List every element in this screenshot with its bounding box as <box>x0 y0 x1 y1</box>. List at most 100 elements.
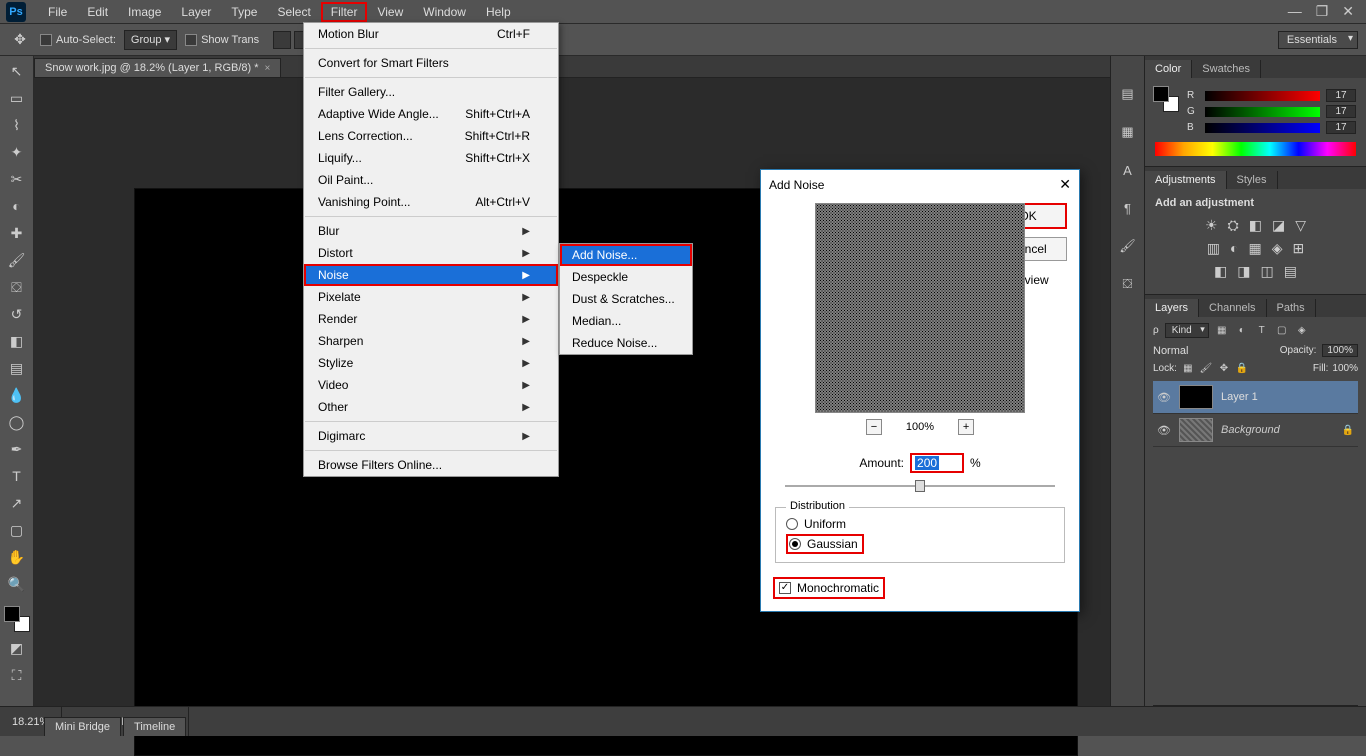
filter-render[interactable]: Render▶ <box>304 308 558 330</box>
menu-window[interactable]: Window <box>413 2 476 22</box>
adj-icon[interactable]: ◨ <box>1237 263 1250 280</box>
move-tool-icon[interactable]: ✥ <box>8 29 32 51</box>
filter-gallery[interactable]: Filter Gallery... <box>304 81 558 103</box>
pen-tool-icon[interactable]: ✒ <box>5 438 29 460</box>
r-value[interactable]: 17 <box>1326 89 1356 102</box>
filter-pixelate[interactable]: Pixelate▶ <box>304 286 558 308</box>
tab-styles[interactable]: Styles <box>1227 171 1278 189</box>
layer-item-background[interactable]: 👁 Background 🔒 <box>1153 414 1358 447</box>
dodge-tool-icon[interactable]: ◯ <box>5 411 29 433</box>
eraser-tool-icon[interactable]: ◧ <box>5 330 29 352</box>
filter-browse-online[interactable]: Browse Filters Online... <box>304 454 558 476</box>
blend-mode-dd[interactable]: Normal <box>1153 345 1274 357</box>
tab-adjustments[interactable]: Adjustments <box>1145 171 1227 189</box>
restore-icon[interactable]: ❐ <box>1316 3 1329 20</box>
adj-icon[interactable]: ◐ <box>1230 240 1238 257</box>
noise-dust-scratches[interactable]: Dust & Scratches... <box>560 288 692 310</box>
tab-channels[interactable]: Channels <box>1199 299 1266 317</box>
b-slider[interactable] <box>1205 123 1320 133</box>
show-transform-check[interactable]: Show Trans <box>185 34 259 46</box>
gaussian-radio[interactable]: Gaussian <box>786 534 864 554</box>
document-tab[interactable]: Snow work.jpg @ 18.2% (Layer 1, RGB/8) *… <box>34 58 281 77</box>
workspace-dropdown[interactable]: Essentials <box>1278 31 1358 49</box>
noise-reduce-noise[interactable]: Reduce Noise... <box>560 332 692 354</box>
filter-liquify[interactable]: Liquify...Shift+Ctrl+X <box>304 147 558 169</box>
layer-filter-dd[interactable]: Kind <box>1165 323 1209 338</box>
filter-lens-correction[interactable]: Lens Correction...Shift+Ctrl+R <box>304 125 558 147</box>
lock-pos-icon[interactable]: ✥ <box>1217 361 1231 375</box>
adj-icon[interactable]: ⛭ <box>1228 217 1239 234</box>
eyedropper-tool-icon[interactable]: ◐ <box>5 195 29 217</box>
dialog-titlebar[interactable]: Add Noise ✕ <box>761 170 1079 199</box>
stamp-tool-icon[interactable]: ⛋ <box>5 276 29 298</box>
filter-convert-smart[interactable]: Convert for Smart Filters <box>304 52 558 74</box>
tab-timeline[interactable]: Timeline <box>123 717 186 736</box>
lasso-tool-icon[interactable]: ⌇ <box>5 114 29 136</box>
menu-filter[interactable]: Filter <box>321 2 368 22</box>
filter-other[interactable]: Other▶ <box>304 396 558 418</box>
adj-icon[interactable]: ▤ <box>1284 263 1297 280</box>
menu-file[interactable]: File <box>38 2 77 22</box>
lock-all-icon[interactable]: 🔒 <box>1235 361 1249 375</box>
r-slider[interactable] <box>1205 91 1320 101</box>
filter-vanishing-point[interactable]: Vanishing Point...Alt+Ctrl+V <box>304 191 558 213</box>
visibility-icon[interactable]: 👁 <box>1157 424 1171 437</box>
opacity-value[interactable]: 100% <box>1322 344 1358 357</box>
g-value[interactable]: 17 <box>1326 105 1356 118</box>
align-btn[interactable] <box>273 31 291 49</box>
menu-image[interactable]: Image <box>118 2 171 22</box>
adj-icon[interactable]: ⊞ <box>1292 240 1304 257</box>
b-value[interactable]: 17 <box>1326 121 1356 134</box>
adj-icon[interactable]: ◧ <box>1214 263 1227 280</box>
brush-icon[interactable]: 🖌 <box>1118 236 1138 256</box>
noise-median[interactable]: Median... <box>560 310 692 332</box>
clone-icon[interactable]: ⛋ <box>1118 274 1138 294</box>
wand-tool-icon[interactable]: ✦ <box>5 141 29 163</box>
close-icon[interactable]: ✕ <box>1342 3 1354 20</box>
filter-motion-blur[interactable]: Motion BlurCtrl+F <box>304 23 558 45</box>
menu-type[interactable]: Type <box>221 2 267 22</box>
lock-trans-icon[interactable]: ▦ <box>1181 361 1195 375</box>
menu-layer[interactable]: Layer <box>171 2 221 22</box>
history-brush-icon[interactable]: ↺ <box>5 303 29 325</box>
char-icon[interactable]: A <box>1118 160 1138 180</box>
blur-tool-icon[interactable]: 💧 <box>5 384 29 406</box>
screenmode-icon[interactable]: ⛶ <box>5 664 29 686</box>
tab-mini-bridge[interactable]: Mini Bridge <box>44 717 121 736</box>
adj-icon[interactable]: ▦ <box>1248 240 1261 257</box>
zoom-in-button[interactable]: + <box>958 419 974 435</box>
type-tool-icon[interactable]: T <box>5 465 29 487</box>
path-tool-icon[interactable]: ↗ <box>5 492 29 514</box>
filter-shape-icon[interactable]: ▢ <box>1275 324 1289 338</box>
auto-select-check[interactable]: Auto-Select: <box>40 34 116 46</box>
filter-adaptive-wide[interactable]: Adaptive Wide Angle...Shift+Ctrl+A <box>304 103 558 125</box>
monochromatic-checkbox[interactable]: Monochromatic <box>773 577 885 599</box>
history-icon[interactable]: ▤ <box>1118 84 1138 104</box>
color-swatch[interactable] <box>4 606 30 632</box>
tab-layers[interactable]: Layers <box>1145 299 1199 317</box>
noise-add-noise[interactable]: Add Noise... <box>560 244 692 266</box>
fill-value[interactable]: 100% <box>1332 363 1358 374</box>
tab-swatches[interactable]: Swatches <box>1192 60 1261 78</box>
move-tool-icon[interactable]: ↖ <box>5 60 29 82</box>
adj-icon[interactable]: ◪ <box>1272 217 1285 234</box>
amount-slider[interactable] <box>785 479 1055 493</box>
color-spectrum[interactable] <box>1155 142 1356 156</box>
filter-pix-icon[interactable]: ▦ <box>1215 324 1229 338</box>
tab-color[interactable]: Color <box>1145 60 1192 78</box>
menu-help[interactable]: Help <box>476 2 521 22</box>
visibility-icon[interactable]: 👁 <box>1157 391 1171 404</box>
filter-blur[interactable]: Blur▶ <box>304 220 558 242</box>
dialog-close-icon[interactable]: ✕ <box>1059 176 1071 193</box>
crop-tool-icon[interactable]: ✂ <box>5 168 29 190</box>
actions-icon[interactable]: ▦ <box>1118 122 1138 142</box>
gradient-tool-icon[interactable]: ▤ <box>5 357 29 379</box>
layer-item-layer1[interactable]: 👁 Layer 1 <box>1153 381 1358 414</box>
adj-icon[interactable]: ◈ <box>1272 240 1283 257</box>
adj-icon[interactable]: ▽ <box>1295 217 1306 234</box>
filter-digimarc[interactable]: Digimarc▶ <box>304 425 558 447</box>
g-slider[interactable] <box>1205 107 1320 117</box>
zoom-out-button[interactable]: − <box>866 419 882 435</box>
adj-icon[interactable]: ◧ <box>1249 217 1262 234</box>
amount-input[interactable]: 200 <box>910 453 964 473</box>
